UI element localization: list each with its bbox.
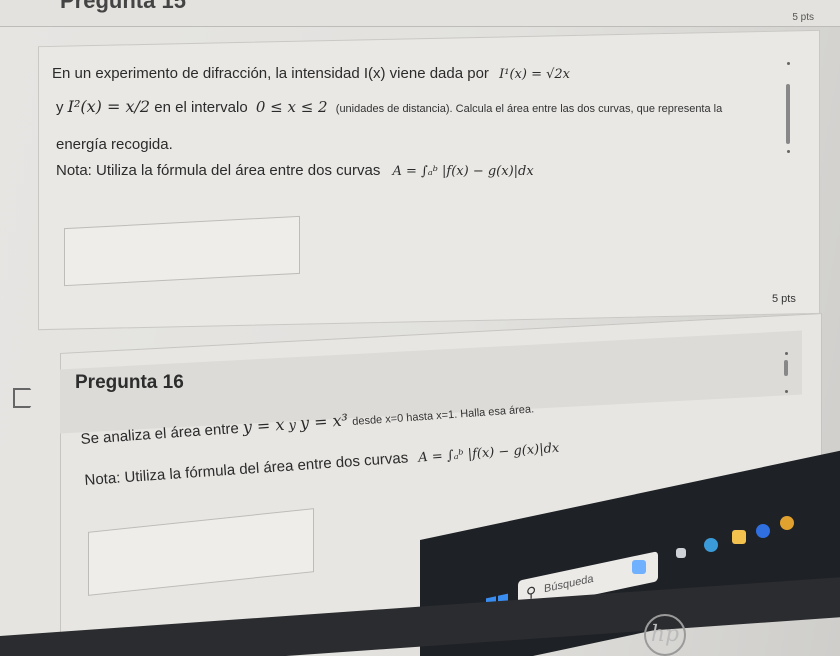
q15-answer-input[interactable] (64, 215, 300, 287)
q16-scrollbar[interactable] (784, 360, 788, 376)
q15-note-text: Nota: Utiliza la fórmula del área entre … (56, 162, 381, 179)
browser-viewport: Pregunta 15 5 pts En un experimento de d… (0, 0, 840, 656)
bookmark-flag-icon[interactable] (13, 388, 37, 408)
q15-line2-post: (unidades de distancia). Calcula el área… (335, 103, 723, 115)
previous-question-header: Pregunta 15 5 pts (0, 0, 840, 27)
previous-question-title: Pregunta 15 (60, 0, 186, 13)
q15-scrollbar[interactable] (786, 84, 790, 144)
q15-interval: 0 ≤ x ≤ 2 (255, 98, 328, 116)
q15-line2: y I²(x) = x/2 en el intervalo 0 ≤ x ≤ 2 … (56, 98, 722, 118)
q16-scroll-down-icon[interactable] (785, 390, 788, 393)
chrome-browser-icon[interactable] (756, 524, 770, 538)
q16-points: 5 pts (772, 293, 796, 305)
widget-icon[interactable] (632, 560, 646, 574)
q15-line3: energía recogida. (56, 136, 173, 153)
q15-line2-pre: y (56, 99, 64, 116)
hp-logo: hp (644, 614, 686, 656)
q15-scroll-down-icon[interactable] (787, 150, 790, 153)
q15-scroll-up-icon[interactable] (787, 62, 790, 65)
q15-note: Nota: Utiliza la fórmula del área entre … (56, 162, 534, 181)
edge-browser-icon[interactable] (704, 538, 718, 552)
q15-formula-i2: I²(x) = x/2 (67, 97, 151, 116)
q15-note-formula: A = ∫ₐᵇ |f(x) − g(x)|dx (392, 164, 534, 179)
q15-formula-i1: I¹(x) = √2x (499, 67, 570, 82)
q15-line2-mid: en el intervalo (154, 99, 248, 116)
q15-line1-text: En un experimento de difracción, la inte… (52, 65, 489, 82)
q16-scroll-up-icon[interactable] (785, 352, 788, 355)
app-icon[interactable] (780, 516, 794, 530)
previous-question-points: 5 pts (792, 12, 814, 23)
file-explorer-icon[interactable] (732, 530, 746, 544)
q16-curve-1: y = x (242, 414, 286, 437)
q16-title: Pregunta 16 (75, 372, 184, 393)
search-placeholder: Búsqueda (544, 572, 594, 596)
q16-curve-2: y = x³ (299, 410, 349, 433)
task-view-icon[interactable] (676, 548, 686, 558)
q16-line1-y: y (288, 417, 297, 434)
q15-line1: En un experimento de difracción, la inte… (52, 65, 570, 84)
